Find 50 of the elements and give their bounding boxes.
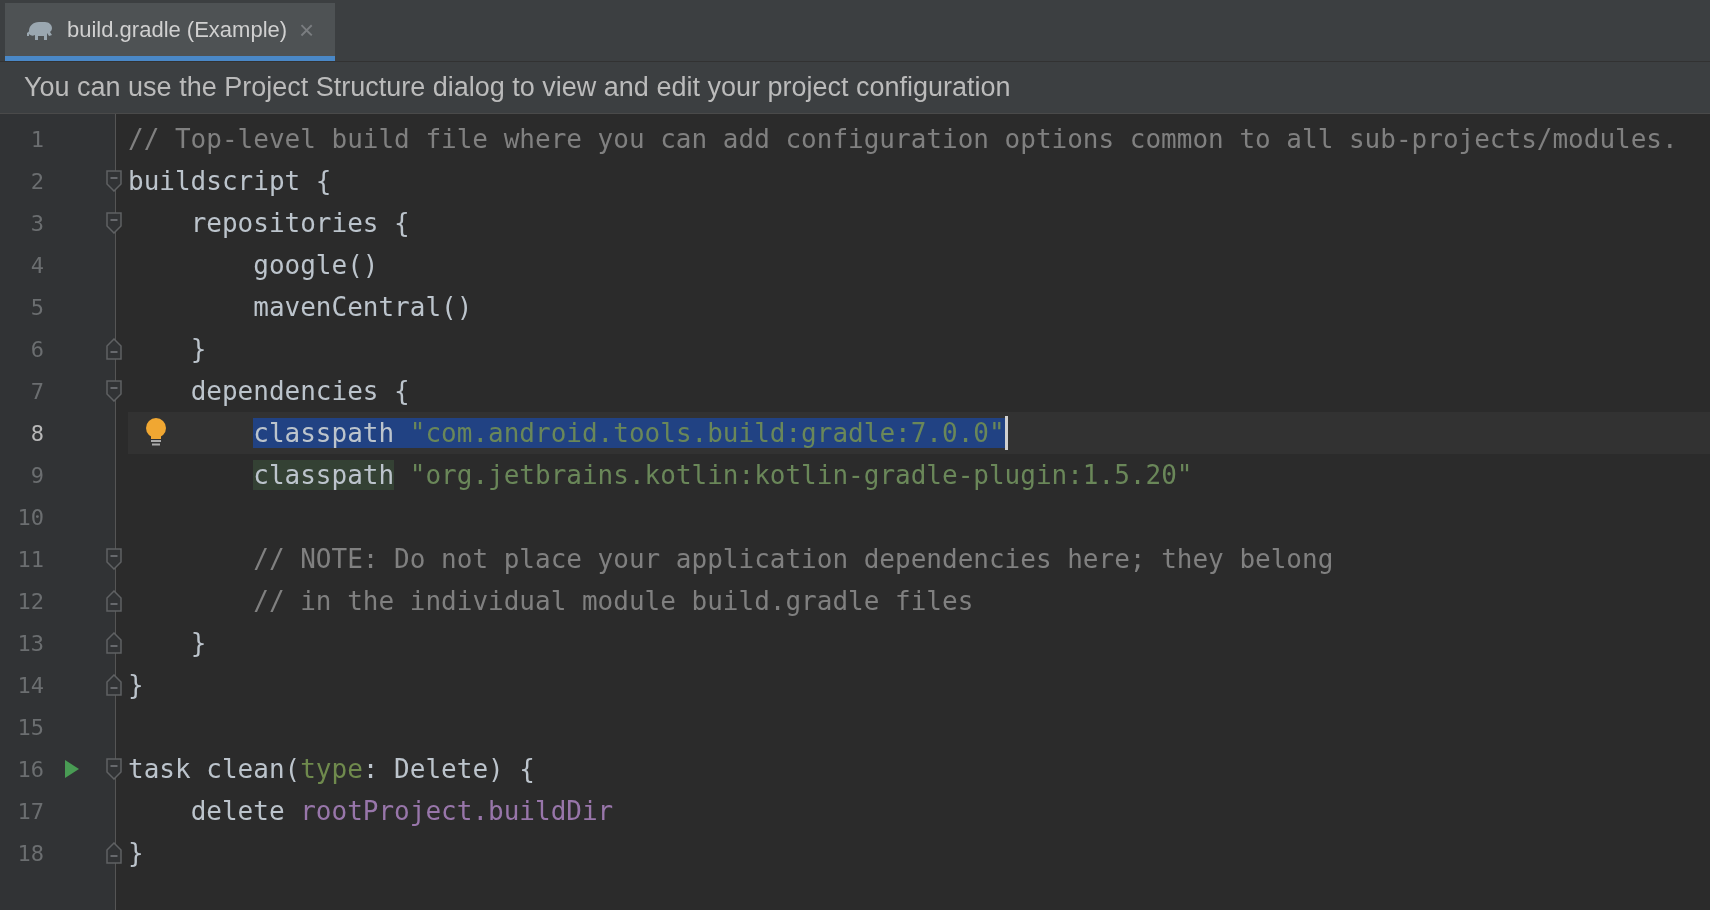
code-line: task clean(type: Delete) { <box>128 753 535 786</box>
fold-marker-icon[interactable] <box>106 170 122 192</box>
line-number: 14 <box>16 671 44 700</box>
code-line: mavenCentral() <box>252 291 473 324</box>
code-line: classpath "org.jetbrains.kotlin:kotlin-gradle-plugin:1.5.20" <box>252 459 1193 492</box>
editor-tab[interactable]: build.gradle (Example) × <box>5 3 335 61</box>
line-number: 4 <box>29 251 44 280</box>
code-line: } <box>128 837 144 870</box>
line-number: 15 <box>16 713 44 742</box>
code-line: // Top-level build file where you can add configuration options common to all sub-projects/modules. <box>128 123 1678 156</box>
line-number: 1 <box>29 125 44 154</box>
fold-marker-icon[interactable] <box>106 548 122 570</box>
tab-label: build.gradle (Example) <box>67 16 288 44</box>
line-number: 10 <box>16 503 44 532</box>
code-line: // in the individual module build.gradle files <box>252 585 974 618</box>
line-number: 11 <box>16 545 44 574</box>
code-line: classpath "com.android.tools.build:gradle:7.0.0" <box>252 417 1005 450</box>
run-icon[interactable] <box>64 759 80 779</box>
code-line: } <box>189 333 207 366</box>
lightbulb-icon[interactable] <box>145 418 167 446</box>
code-line: google() <box>252 249 379 282</box>
code-line: buildscript { <box>128 165 332 198</box>
code-line: } <box>189 627 207 660</box>
code-line: delete rootProject.buildDir <box>189 795 614 828</box>
fold-marker-icon[interactable] <box>106 590 122 612</box>
line-number: 9 <box>29 461 44 490</box>
line-number: 13 <box>16 629 44 658</box>
line-number: 5 <box>29 293 44 322</box>
fold-marker-icon[interactable] <box>106 380 122 402</box>
text-cursor <box>1004 416 1008 450</box>
code-line: repositories { <box>189 207 410 240</box>
fold-marker-icon[interactable] <box>106 212 122 234</box>
line-number: 17 <box>16 797 44 826</box>
code-line: } <box>128 669 144 702</box>
code-line: dependencies { <box>189 375 410 408</box>
code-line: // NOTE: Do not place your application dependencies here; they belong <box>252 543 1334 576</box>
fold-marker-icon[interactable] <box>106 632 122 654</box>
line-number: 8 <box>29 419 44 448</box>
fold-marker-icon[interactable] <box>106 758 122 780</box>
fold-marker-icon[interactable] <box>106 674 122 696</box>
fold-marker-icon[interactable] <box>106 338 122 360</box>
line-number: 7 <box>29 377 44 406</box>
line-number: 6 <box>29 335 44 364</box>
line-number: 2 <box>29 167 44 196</box>
line-number: 3 <box>29 209 44 238</box>
line-number: 12 <box>16 587 44 616</box>
notification-banner-text: You can use the Project Structure dialog to view and edit your project configuration <box>24 71 1011 105</box>
line-number: 18 <box>16 839 44 868</box>
fold-marker-icon[interactable] <box>106 842 122 864</box>
line-number: 16 <box>16 755 44 784</box>
